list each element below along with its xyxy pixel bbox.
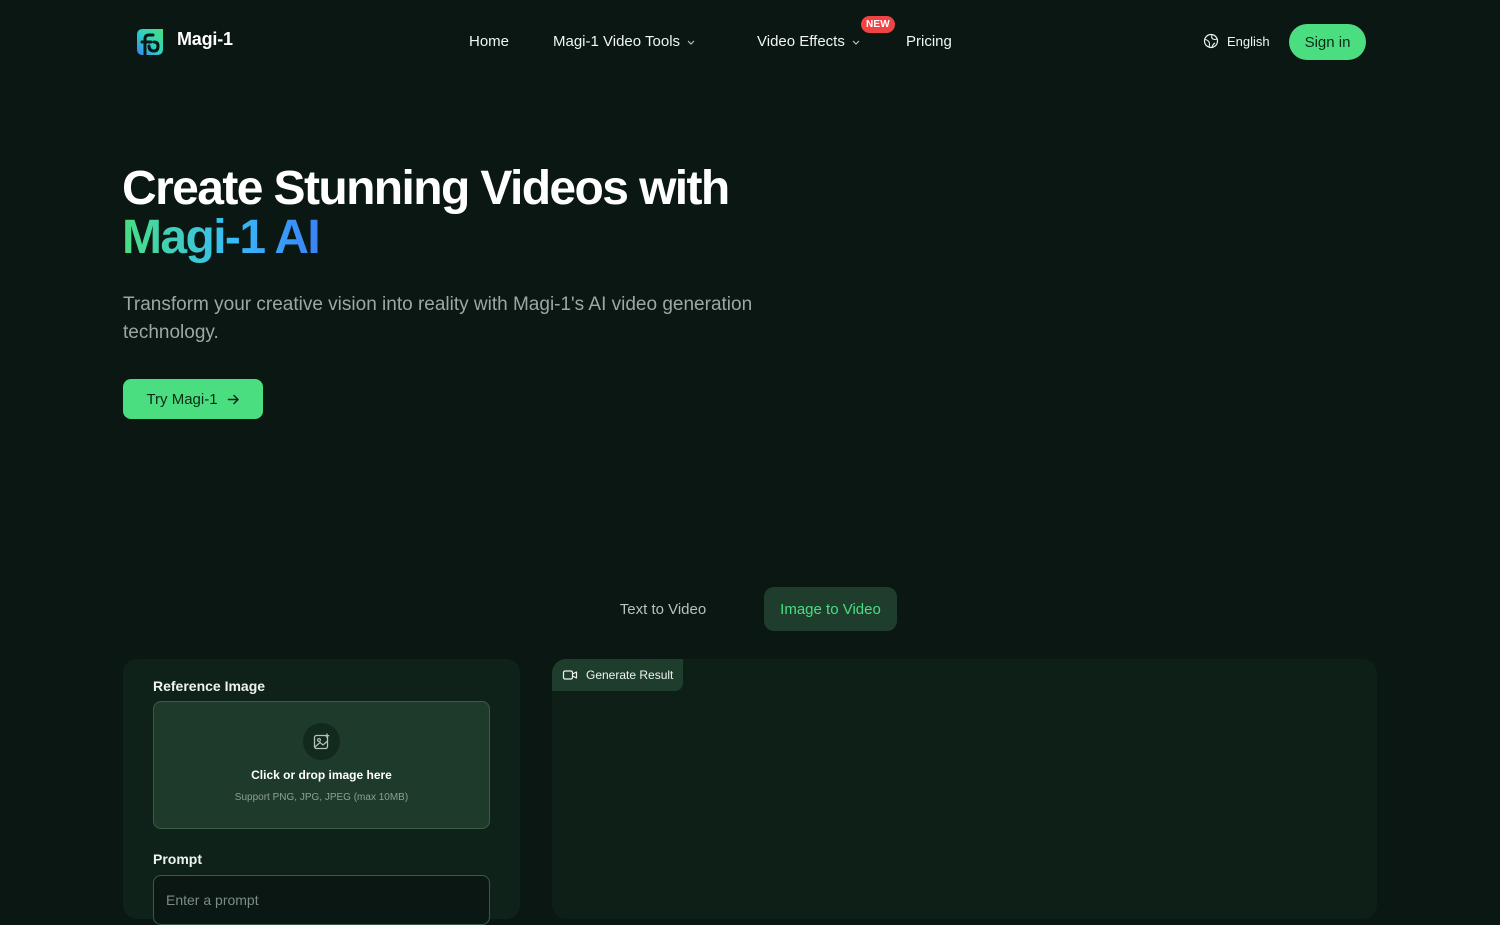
generate-result-label: Generate Result	[586, 668, 674, 682]
globe-icon	[1203, 33, 1219, 49]
hero-title: Create Stunning Videos with	[122, 162, 730, 215]
chevron-down-icon	[852, 40, 860, 45]
try-magi-label: Try Magi-1	[146, 390, 218, 408]
nav-pricing[interactable]: Pricing	[906, 33, 952, 50]
image-dropzone[interactable]: Click or drop image here Support PNG, JP…	[153, 701, 490, 829]
generate-result-tag: Generate Result	[552, 659, 684, 691]
generator-form-panel: Reference Image Click or drop image here…	[123, 659, 520, 925]
nav-home[interactable]: Home	[469, 33, 509, 50]
chevron-down-icon	[687, 40, 695, 45]
top-nav: Magi-1 Home Magi-1 Video Tools Video Eff…	[0, 0, 1500, 84]
arrow-right-icon	[227, 394, 239, 404]
brand-name: Magi-1	[177, 28, 233, 49]
nav-video-effects-label: Video Effects	[757, 33, 845, 50]
result-panel: Generate Result	[552, 659, 1377, 919]
logo-mark-icon	[137, 29, 163, 57]
language-label: English	[1227, 33, 1270, 49]
language-selector[interactable]: English	[1203, 33, 1270, 49]
nav-video-tools-label: Magi-1 Video Tools	[553, 33, 681, 50]
prompt-label: Prompt	[153, 851, 202, 867]
hero-subtitle: Transform your creative vision into real…	[123, 294, 753, 343]
new-badge: NEW	[861, 16, 895, 33]
try-magi-button[interactable]: Try Magi-1	[123, 379, 263, 419]
image-plus-icon	[313, 733, 329, 749]
prompt-input[interactable]	[153, 875, 490, 925]
tab-text-to-video[interactable]: Text to Video	[602, 587, 724, 631]
tab-image-to-video[interactable]: Image to Video	[764, 587, 897, 631]
hero-title-accent: Magi-1 AI	[122, 211, 321, 264]
video-camera-icon	[562, 670, 578, 680]
nav-home-label: Home	[469, 33, 510, 50]
dropzone-title: Click or drop image here	[251, 768, 392, 782]
nav-pricing-label: Pricing	[906, 33, 952, 50]
brand-logo[interactable]: Magi-1	[133, 25, 233, 59]
dropzone-hint: Support PNG, JPG, JPEG (max 10MB)	[234, 792, 409, 803]
upload-icon-circle	[303, 723, 340, 760]
nav-video-effects-dropdown[interactable]: Video Effects	[757, 33, 861, 50]
sign-in-button[interactable]: Sign in	[1289, 24, 1366, 60]
nav-video-tools-dropdown[interactable]: Magi-1 Video Tools	[553, 33, 696, 50]
reference-image-label: Reference Image	[153, 678, 266, 694]
